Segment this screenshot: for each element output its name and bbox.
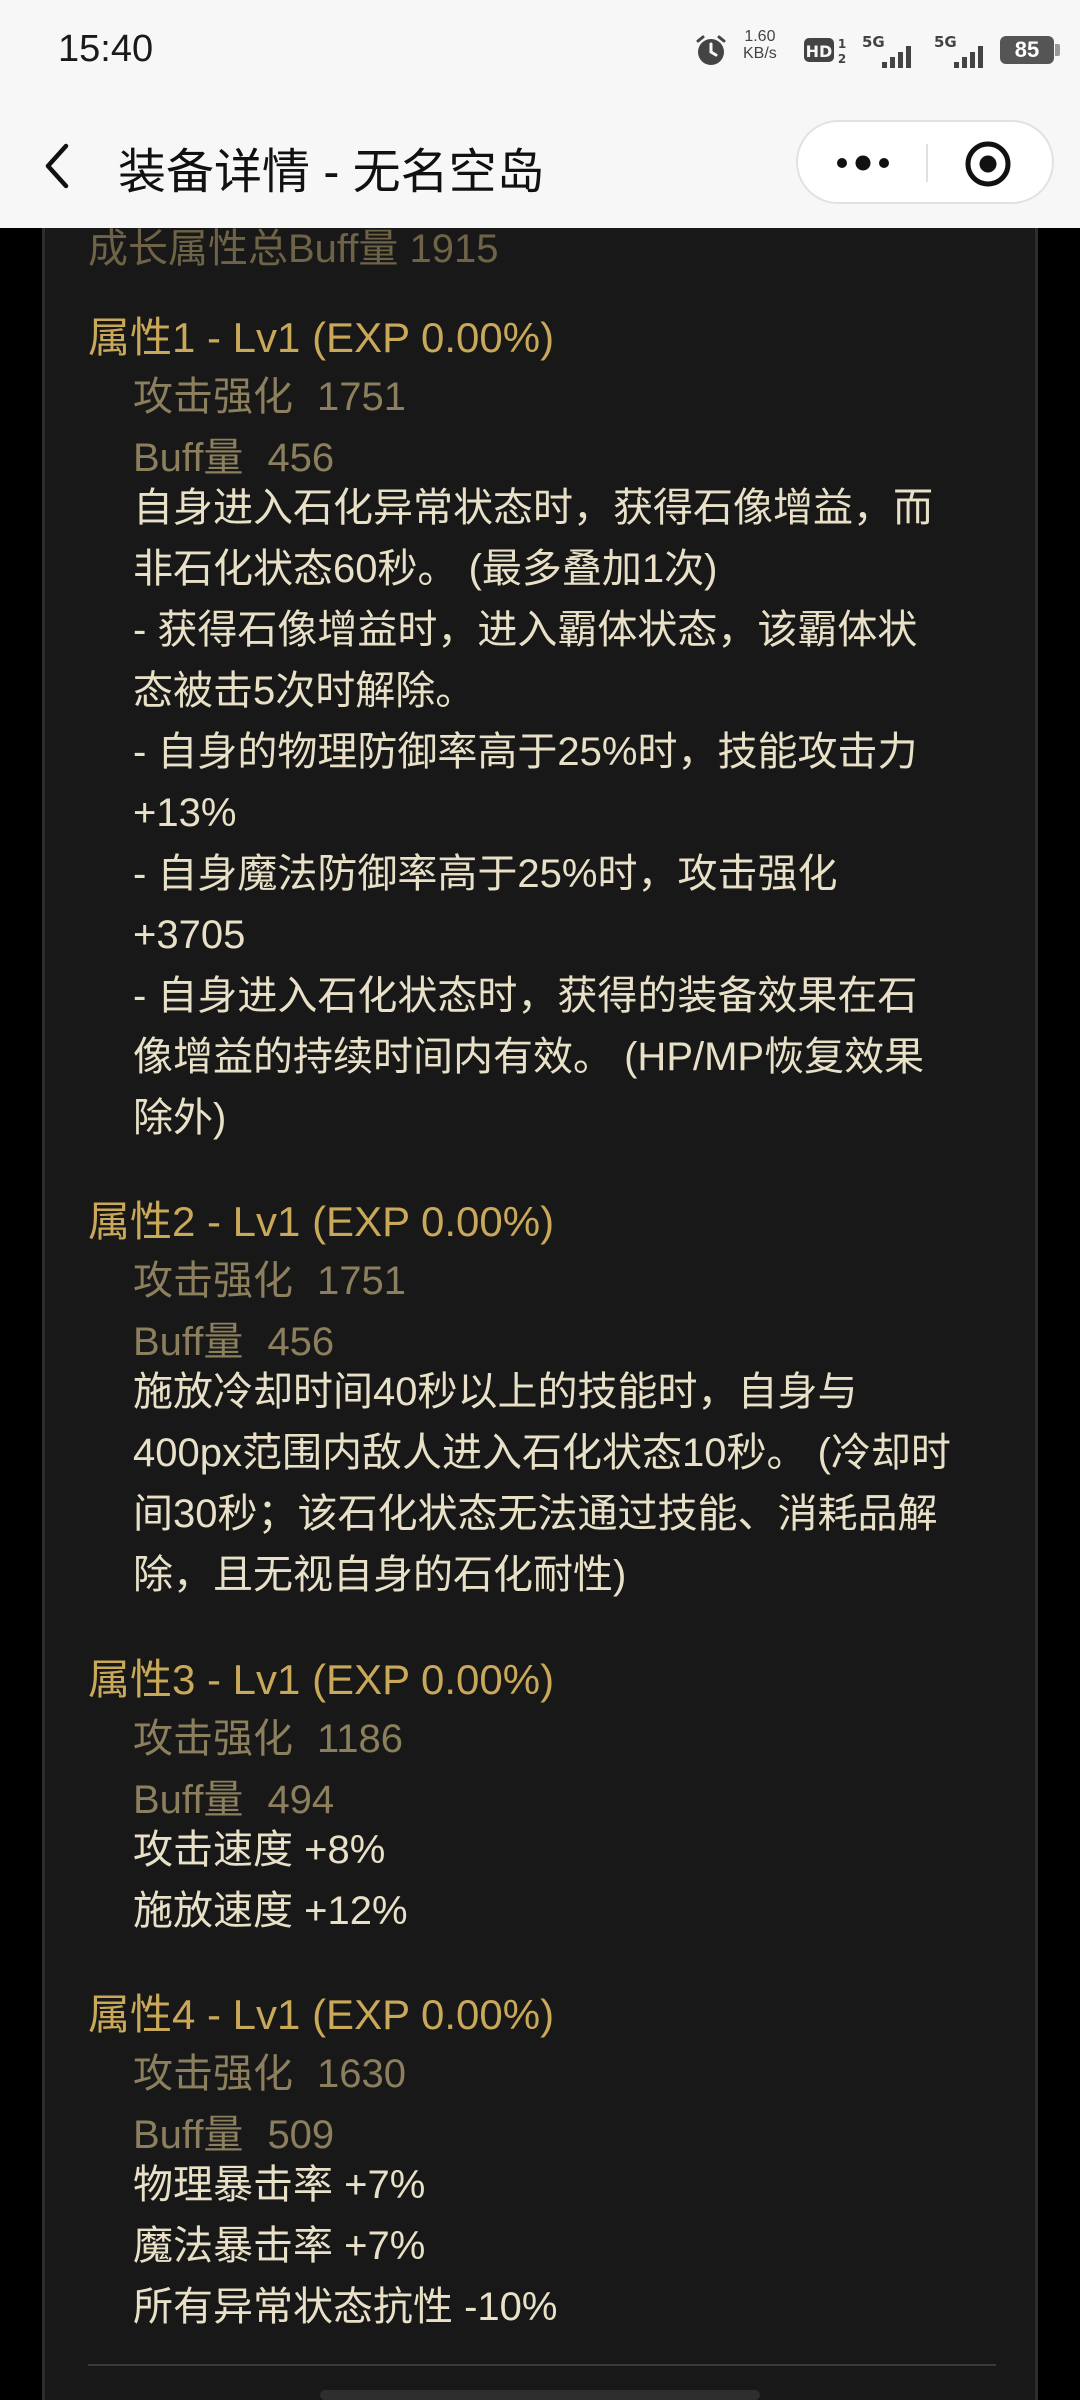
effect-line: 除，且无视自身的石化耐性) (133, 1553, 627, 1597)
buff-label: Buff量 (133, 2113, 244, 2157)
attribute-1-effect: 自身进入石化异常状态时，获得石像增益，而 非石化状态60秒。 (最多叠加1次) … (133, 478, 1003, 1149)
attribute-4-buff-stat: Buff量 509 (133, 2102, 334, 2160)
attribute-3-buff-stat: Buff量 494 (133, 1767, 334, 1825)
growth-total-buff: 成长属性总Buff量 1915 (88, 228, 499, 271)
hd-voice-icon: HD 1 2 (804, 37, 846, 64)
attack-value: 1751 (317, 1259, 406, 1303)
buff-value: 456 (267, 1320, 335, 1364)
signal1-label: 5G (862, 33, 885, 51)
alarm-clock-icon (696, 35, 726, 65)
network-speed-unit: KB/s (743, 45, 777, 62)
attack-label: 攻击强化 (133, 1259, 293, 1303)
attribute-2-attack-stat: 攻击强化 1751 (133, 1248, 406, 1306)
effect-line: 间30秒；该石化状态无法通过技能、消耗品解 (133, 1492, 938, 1536)
effect-line: 施放速度 +12% (133, 1889, 408, 1933)
buff-value: 509 (267, 2113, 335, 2157)
cellular-signal-2-icon: 5G (934, 33, 983, 68)
status-bar: 15:40 1.60 KB/s HD 1 2 5G 5G 85 (0, 0, 1080, 104)
attribute-1-buff-stat: Buff量 456 (133, 425, 334, 483)
attribute-4-attack-stat: 攻击强化 1630 (133, 2041, 406, 2099)
effect-line: 所有异常状态抗性 -10% (133, 2285, 558, 2329)
equipment-detail-content[interactable]: 成长属性总Buff量 1915 属性1 - Lv1 (EXP 0.00%) 攻击… (0, 228, 1080, 2400)
buff-value: 456 (267, 436, 335, 480)
attack-value: 1186 (317, 1717, 404, 1761)
attribute-1-attack-stat: 攻击强化 1751 (133, 364, 406, 422)
scroll-indicator[interactable] (320, 2390, 760, 2400)
attribute-1-title: 属性1 - Lv1 (EXP 0.00%) (88, 314, 555, 361)
svg-text:1: 1 (838, 37, 846, 51)
effect-line: 态被击5次时解除。 (133, 669, 476, 713)
effect-line: +3705 (133, 913, 246, 957)
attribute-2-title: 属性2 - Lv1 (EXP 0.00%) (88, 1198, 555, 1245)
back-arrow-icon[interactable] (38, 140, 78, 192)
mini-program-capsule (796, 120, 1054, 204)
effect-line: 像增益的持续时间内有效。 (HP/MP恢复效果 (133, 1035, 925, 1079)
attack-label: 攻击强化 (133, 375, 293, 419)
effect-line: - 自身的物理防御率高于25%时，技能攻击力 (133, 730, 918, 774)
buff-label: Buff量 (133, 1778, 244, 1822)
buff-value: 494 (267, 1778, 335, 1822)
signal2-label: 5G (934, 33, 957, 51)
effect-line: 攻击速度 +8% (133, 1828, 386, 1872)
battery-level: 85 (1000, 36, 1054, 64)
attribute-4-effect: 物理暴击率 +7% 魔法暴击率 +7% 所有异常状态抗性 -10% (133, 2155, 1003, 2338)
battery-tip (1055, 44, 1060, 56)
attribute-2-effect: 施放冷却时间40秒以上的技能时，自身与 400px范围内敌人进入石化状态10秒。… (133, 1362, 1003, 1606)
attribute-3-attack-stat: 攻击强化 1186 (133, 1706, 403, 1764)
attack-value: 1630 (317, 2052, 406, 2096)
attack-label: 攻击强化 (133, 1717, 293, 1761)
effect-line: +13% (133, 791, 237, 835)
effect-line: - 自身进入石化状态时，获得的装备效果在石 (133, 974, 918, 1018)
section-divider (88, 2364, 996, 2366)
attribute-3-title: 属性3 - Lv1 (EXP 0.00%) (88, 1656, 555, 1703)
cellular-signal-1-icon: 5G (862, 33, 911, 68)
effect-line: 400px范围内敌人进入石化状态10秒。 (冷却时 (133, 1431, 951, 1475)
effect-line: 自身进入石化异常状态时，获得石像增益，而 (133, 486, 933, 530)
attack-value: 1751 (317, 375, 406, 419)
effect-line: - 自身魔法防御率高于25%时，攻击强化 (133, 852, 838, 896)
page-title: 装备详情 - 无名空岛 (118, 146, 545, 199)
more-options-icon[interactable] (828, 140, 898, 186)
effect-line: 除外) (133, 1096, 227, 1140)
network-speed: 1.60 KB/s (743, 28, 777, 62)
buff-label: Buff量 (133, 1320, 244, 1364)
nav-bar: 装备详情 - 无名空岛 (0, 104, 1080, 228)
attribute-4-title: 属性4 - Lv1 (EXP 0.00%) (88, 1991, 555, 2038)
attack-label: 攻击强化 (133, 2052, 293, 2096)
effect-line: 施放冷却时间40秒以上的技能时，自身与 (133, 1370, 858, 1414)
effect-line: 魔法暴击率 +7% (133, 2224, 426, 2268)
effect-line: - 获得石像增益时，进入霸体状态，该霸体状 (133, 608, 918, 652)
capsule-divider (926, 144, 928, 182)
hd-label: HD (806, 42, 833, 61)
buff-label: Buff量 (133, 436, 244, 480)
svg-text:2: 2 (838, 52, 846, 64)
network-speed-value: 1.60 (744, 28, 776, 45)
effect-line: 非石化状态60秒。 (最多叠加1次) (133, 547, 718, 591)
status-time: 15:40 (58, 28, 154, 70)
attribute-2-buff-stat: Buff量 456 (133, 1309, 334, 1367)
attribute-3-effect: 攻击速度 +8% 施放速度 +12% (133, 1820, 1003, 1942)
close-mini-program-icon[interactable] (962, 138, 1014, 190)
effect-line: 物理暴击率 +7% (133, 2163, 426, 2207)
